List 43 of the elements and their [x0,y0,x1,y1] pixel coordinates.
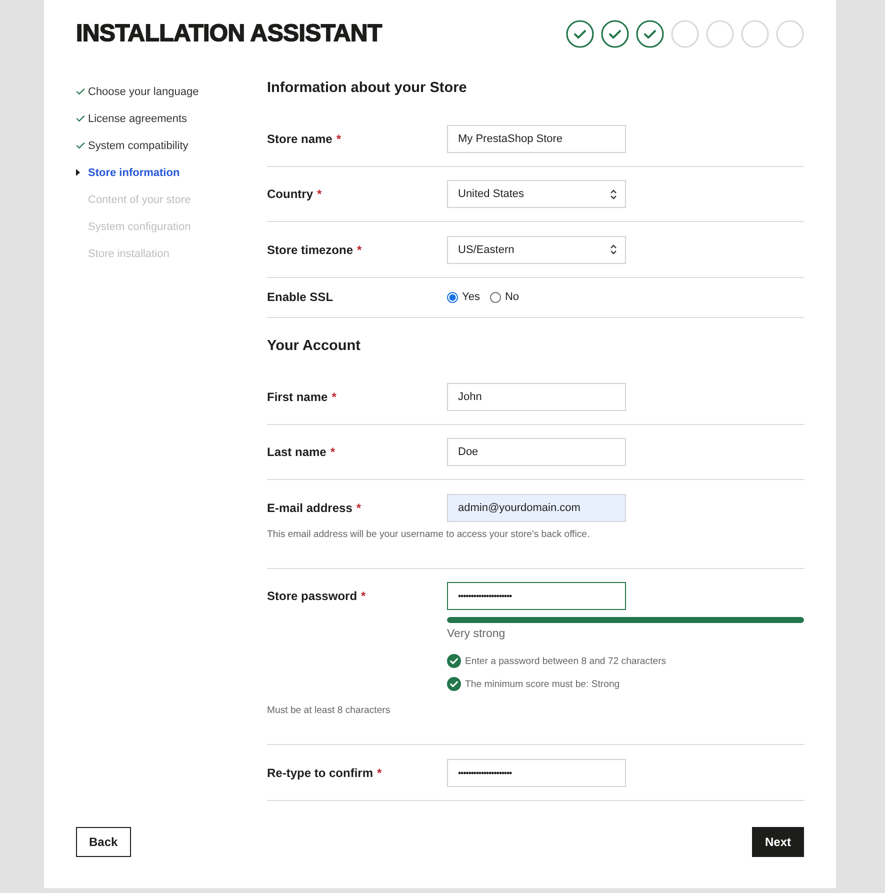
required-asterisk: * [361,589,366,603]
page-title: INSTALLATION ASSISTANT [76,19,382,49]
strength-label: Very strong [447,627,506,641]
password-rule-text: The minimum score must be: Strong [465,678,620,690]
password-rule-text: Enter a password between 8 and 72 characters [465,656,666,666]
required-asterisk: * [336,132,342,146]
radio-option[interactable]: No [490,291,520,304]
field-label: Country [267,187,313,201]
select-field[interactable]: United States [447,180,626,208]
up-down-chevron-icon [610,244,617,255]
back-button[interactable]: Back [76,826,131,856]
field-label: Store name [267,132,332,146]
help-text: This email address will be your username to access your store's back office. [267,528,591,542]
up-down-chevron-icon [610,188,617,200]
required-asterisk: * [377,766,382,780]
required-asterisk: * [330,445,336,459]
text-input[interactable]: admin@yourdomain.com [447,494,626,522]
text-input[interactable]: John [447,382,626,410]
sidebar-step[interactable]: Store information [88,166,180,178]
field-label: Re-type to confirm [267,766,374,780]
required-asterisk: * [317,187,322,201]
radio-option[interactable]: Yes [447,291,480,304]
select-field[interactable]: US/Eastern [447,236,626,264]
text-input[interactable]: Doe [447,438,626,466]
required-asterisk: * [332,390,336,404]
section-title: Your Account [267,337,362,356]
help-text: Must be at least 8 characters [267,704,392,718]
field-label: E-mail address [267,500,352,514]
text-input[interactable]: My PrestaShop Store [447,124,626,152]
next-button[interactable]: Next [752,826,804,856]
sidebar-step[interactable]: Choose your language [88,86,199,98]
field-label: First name [267,390,328,404]
field-label: Last name [267,445,326,459]
field-label: Store timezone [267,242,354,256]
sidebar-step[interactable]: License agreements [88,112,188,124]
password-input[interactable]: ••••••••••••••••••••• [447,582,626,610]
required-asterisk: * [357,242,362,256]
password-input[interactable]: ••••••••••••••••••••• [447,758,626,786]
field-label: Store password [267,589,358,603]
section-title: Information about your Store [267,79,468,98]
sidebar-step[interactable]: System compatibility [88,140,188,152]
required-asterisk: * [356,500,362,514]
field-label: Enable SSL [267,290,334,304]
